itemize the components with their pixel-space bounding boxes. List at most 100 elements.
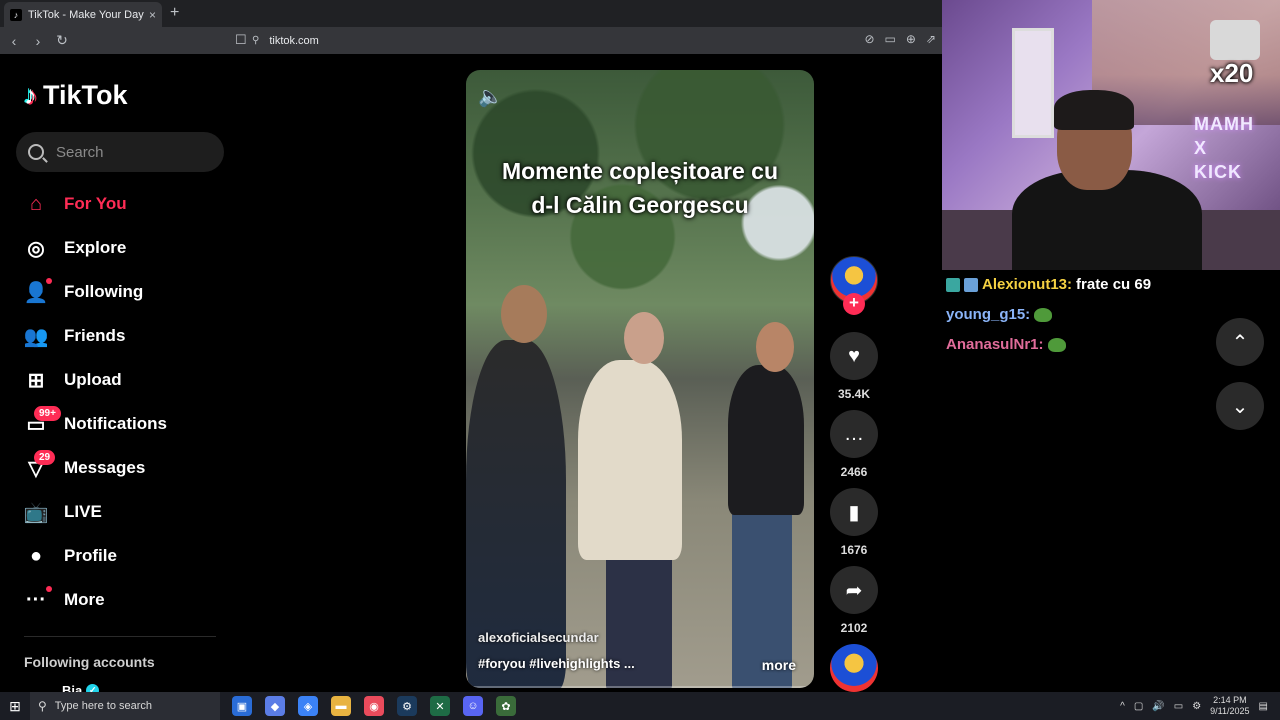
chevron-up-icon[interactable]: ^ [1120,701,1125,712]
taskbar-search[interactable]: ⚲ Type here to search [30,692,220,720]
windows-taskbar: ⊞ ⚲ Type here to search ▣ ◆ ◈ ▬ ◉ ⚙ ✕ ☺ … [0,692,1280,720]
video-player[interactable]: 🔈 Momente copleșitoare cu d-l Călin Geor… [466,70,814,688]
save-action[interactable]: ▮ 1676 [830,488,878,557]
like-action[interactable]: ♥ 35.4K [830,332,878,401]
browser-tab-bar: ♪ TikTok - Make Your Day × + [0,0,942,27]
share-action[interactable]: ➦ 2102 [830,566,878,635]
sidebar-item-profile[interactable]: ● Profile [0,534,240,578]
clock-date: 9/11/2025 [1210,706,1250,716]
video-figure [578,360,682,560]
network-icon[interactable]: ▭ [1174,701,1183,712]
sidebar-item-label: LIVE [64,502,102,521]
sidebar-item-friends[interactable]: 👥 Friends [0,314,240,358]
forward-icon[interactable]: › [28,33,48,49]
sidebar-item-label: Profile [64,546,117,565]
chat-badge-icon [964,277,978,292]
messages-icon: ▽ 29 [24,450,56,480]
next-video-button[interactable]: ⌄ [1216,382,1264,430]
chat-message: AnanasulNr1: [946,336,1066,353]
app-icon[interactable]: ✿ [496,696,516,716]
video-hashtags[interactable]: #foryou #livehighlights ... [478,656,635,671]
bookmark-icon[interactable]: ☐ [235,32,247,48]
comment-action[interactable]: … 2466 [830,410,878,479]
webcam-window [1012,28,1054,138]
following-icon: 👤 [24,278,52,304]
new-tab-button[interactable]: + [170,4,179,22]
sidebar-item-following[interactable]: 👤 Following [0,270,240,314]
chat-badge-icon [946,277,960,292]
search-icon: ⚲ [38,699,47,713]
more-button[interactable]: more [762,657,796,673]
follow-button[interactable]: + [843,293,865,315]
sidebar-item-label: For You [64,194,127,213]
friends-icon: 👥 [23,325,49,348]
xbox-icon[interactable]: ✕ [430,696,450,716]
music-disc-avatar[interactable] [830,644,878,692]
volume-icon[interactable]: 🔈 [478,84,503,109]
comment-icon[interactable]: … [830,410,878,458]
browser-app-icon[interactable]: ◉ [364,696,384,716]
tiktok-favicon-icon: ♪ [10,8,22,21]
sidebar-item-more[interactable]: ··· More [0,578,240,622]
neon-line: X [1194,138,1208,158]
video-author[interactable]: alexoficialsecundar [478,630,599,645]
speaker-icon[interactable]: 🔊 [1152,701,1164,712]
site-info-icon[interactable]: ⚲ [252,35,259,46]
heart-icon[interactable]: ♥ [830,332,878,380]
chat-message: Alexionut13: frate cu 69 [946,276,1151,293]
video-progress-bar[interactable] [466,686,814,688]
streamer-webcam: x20 MAMH X KICK [942,0,1280,270]
logo-text: TikTok [43,80,128,110]
more-icon: ··· [24,586,52,612]
settings-icon[interactable]: ⚙ [1192,701,1201,712]
tiktok-logo[interactable]: ♪ TikTok [24,80,128,111]
copilot-app-icon[interactable]: ◈ [298,696,318,716]
tracking-icon[interactable]: ⊘ [864,32,874,46]
close-tab-icon[interactable]: × [149,8,156,22]
video-actions: + ♥ 35.4K … 2466 ▮ 1676 ➦ 2102 [830,256,878,635]
save-count: 1676 [840,543,868,557]
browser-tab[interactable]: ♪ TikTok - Make Your Day × [4,2,162,27]
sidebar-item-notifications[interactable]: ▭ 99+ Notifications [0,402,240,446]
share-arrow-icon[interactable]: ➦ [830,566,878,614]
new-dot [46,278,52,284]
neon-line: KICK [1194,162,1242,182]
cast-icon[interactable]: ▭ [885,32,896,46]
pepe-emote-icon [1047,337,1066,352]
reload-icon[interactable]: ↻ [52,32,72,49]
sidebar-item-live[interactable]: 📺 LIVE [0,490,240,534]
search-icon [28,144,44,160]
chat-text: frate cu 69 [1076,276,1152,293]
back-icon[interactable]: ‹ [4,33,24,49]
discord-icon[interactable]: ☺ [463,696,483,716]
bookmark-icon[interactable]: ▮ [830,488,878,536]
sidebar-item-label: Messages [64,458,146,477]
sidebar-item-label: Explore [64,238,127,257]
zoom-icon[interactable]: ⊕ [906,32,916,46]
share-icon[interactable]: ⇗ [926,32,936,46]
file-explorer-icon[interactable]: ▬ [331,696,351,716]
notification-center-icon[interactable]: ▤ [1259,701,1268,712]
task-view-icon[interactable]: ▣ [232,696,252,716]
sidebar-item-explore[interactable]: ◎ Explore [0,226,240,270]
divider [24,636,216,637]
sidebar-nav: ⌂ For You ◎ Explore 👤 Following 👥 Friend… [0,182,240,622]
sidebar-item-label: Upload [64,370,122,389]
tray-app-icon[interactable]: ▢ [1134,701,1143,712]
browser-toolbar: ‹ › ↻ ☐ ⚲ tiktok.com ⊘ ▭ ⊕ ⇗ [0,27,942,54]
sidebar-item-messages[interactable]: ▽ 29 Messages [0,446,240,490]
previous-video-button[interactable]: ⌃ [1216,318,1264,366]
taskbar-clock[interactable]: 2:14 PM 9/11/2025 [1210,695,1249,717]
stream-chat: Alexionut13: frate cu 69 young_g15: Anan… [942,270,1280,692]
tab-title: TikTok - Make Your Day [28,8,144,21]
chat-message: young_g15: [946,306,1053,323]
address-bar[interactable]: ⚲ tiktok.com [252,30,922,51]
copilot-icon[interactable]: ◆ [265,696,285,716]
following-accounts-title: Following accounts [24,654,155,670]
search-input[interactable]: Search [16,132,224,172]
windows-start-icon[interactable]: ⊞ [0,698,30,715]
steam-icon[interactable]: ⚙ [397,696,417,716]
sidebar-item-for-you[interactable]: ⌂ For You [0,182,240,226]
sidebar-item-upload[interactable]: ⊞ Upload [0,358,240,402]
url-text: tiktok.com [269,34,319,47]
